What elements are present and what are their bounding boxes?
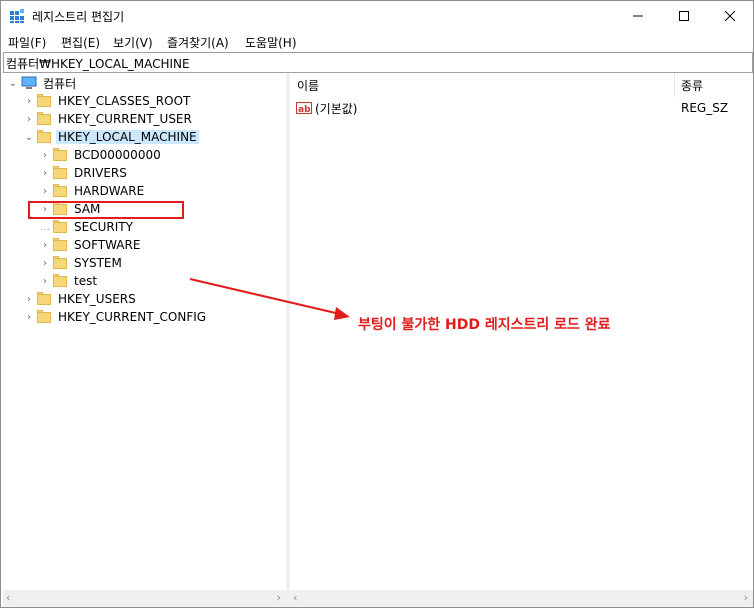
list-horizontal-scrollbar[interactable]: ‹ › [290, 590, 753, 607]
tree-item-system[interactable]: › SYSTEM [37, 254, 124, 272]
close-icon [725, 11, 735, 21]
tree-item-hkcr[interactable]: › HKEY_CLASSES_ROOT [21, 92, 192, 110]
column-separator[interactable] [674, 73, 675, 97]
title-bar[interactable]: 레지스트리 편집기 [1, 1, 753, 31]
chevron-down-icon[interactable]: ⌄ [5, 74, 21, 92]
tree-item-security[interactable]: … SECURITY [37, 218, 135, 236]
chevron-right-icon[interactable]: › [37, 182, 53, 200]
tree-item-drivers[interactable]: › DRIVERS [37, 164, 129, 182]
computer-icon [21, 76, 37, 89]
annotation-text: 부팅이 불가한 HDD 레지스트리 로드 완료 [358, 317, 611, 333]
scroll-left-icon[interactable]: ‹ [293, 591, 297, 604]
chevron-right-icon[interactable]: › [21, 308, 37, 326]
maximize-icon [679, 11, 689, 21]
tree-item-hardware[interactable]: › HARDWARE [37, 182, 146, 200]
tree-item-hkcu[interactable]: › HKEY_CURRENT_USER [21, 110, 194, 128]
chevron-right-icon[interactable]: › [21, 110, 37, 128]
regedit-window: 레지스트리 편집기 파일(F) 편집(E) 보기(V) 즐겨찾기(A) 도움말(… [0, 0, 754, 608]
chevron-right-icon[interactable]: › [37, 236, 53, 254]
column-header-name[interactable]: 이름 [297, 73, 319, 97]
tree-item-bcd[interactable]: › BCD00000000 [37, 146, 163, 164]
tree-label: HKEY_CURRENT_USER [58, 112, 192, 126]
chevron-right-icon[interactable]: › [21, 92, 37, 110]
value-row[interactable]: ab (기본값) REG_SZ [290, 99, 753, 117]
minimize-icon [633, 15, 643, 17]
tree-connector: … [40, 221, 50, 233]
value-name: (기본값) [315, 101, 358, 116]
folder-icon [37, 112, 51, 125]
folder-icon [37, 310, 51, 323]
tree-item-hklm[interactable]: ⌄ HKEY_LOCAL_MACHINE [21, 128, 199, 146]
menu-file[interactable]: 파일(F) [8, 34, 46, 51]
tree-label: HARDWARE [74, 184, 145, 198]
folder-icon [53, 274, 67, 287]
chevron-right-icon[interactable]: › [37, 272, 53, 290]
string-value-icon: ab [296, 102, 312, 115]
highlight-box-test [28, 201, 184, 219]
folder-icon [53, 148, 67, 161]
value-list: 이름 종류 ab (기본값) REG_SZ ‹ › [290, 73, 753, 607]
svg-text:ab: ab [298, 105, 311, 115]
minimize-button[interactable] [615, 1, 661, 31]
folder-icon [37, 292, 51, 305]
regedit-app-icon [10, 9, 24, 23]
column-header-type[interactable]: 종류 [681, 73, 703, 97]
tree-label: 컴퓨터 [43, 76, 77, 91]
tree-label: HKEY_CURRENT_CONFIG [58, 310, 207, 324]
value-type: REG_SZ [681, 101, 729, 115]
tree-item-software[interactable]: › SOFTWARE [37, 236, 142, 254]
folder-icon [53, 184, 67, 197]
menu-edit[interactable]: 편집(E) [61, 34, 100, 51]
chevron-right-icon[interactable]: › [37, 164, 53, 182]
close-button[interactable] [707, 1, 753, 31]
tree-item-computer[interactable]: ⌄ 컴퓨터 [5, 74, 78, 92]
scroll-right-icon[interactable]: › [744, 591, 748, 604]
tree-label: SOFTWARE [74, 238, 141, 252]
folder-icon [37, 94, 51, 107]
tree-label: test [74, 274, 98, 288]
folder-icon [53, 238, 67, 251]
tree-label: HKEY_LOCAL_MACHINE [56, 130, 199, 144]
tree-label: SECURITY [74, 220, 133, 234]
chevron-right-icon[interactable]: › [21, 290, 37, 308]
tree-horizontal-scrollbar[interactable]: ‹ › [3, 590, 286, 607]
chevron-down-icon[interactable]: ⌄ [21, 128, 37, 146]
tree-label: HKEY_CLASSES_ROOT [58, 94, 191, 108]
tree-item-test[interactable]: › test [37, 272, 99, 290]
key-tree: ⌄ 컴퓨터 › HKEY_CLASSES_ROOT › HKEY_CURRENT… [3, 73, 287, 607]
chevron-right-icon[interactable]: › [37, 146, 53, 164]
menu-help[interactable]: 도움말(H) [245, 34, 297, 51]
folder-icon [53, 220, 67, 233]
tree-label: DRIVERS [74, 166, 127, 180]
scroll-right-icon[interactable]: › [277, 591, 281, 604]
window-title: 레지스트리 편집기 [32, 10, 125, 24]
folder-icon [53, 166, 67, 179]
menu-bar: 파일(F) 편집(E) 보기(V) 즐겨찾기(A) 도움말(H) [1, 31, 753, 51]
address-path[interactable]: 컴퓨터₩HKEY_LOCAL_MACHINE [6, 55, 190, 72]
tree-item-hkcc[interactable]: › HKEY_CURRENT_CONFIG [21, 308, 208, 326]
folder-open-icon [37, 130, 51, 143]
menu-view[interactable]: 보기(V) [113, 34, 153, 51]
tree-label: BCD00000000 [74, 148, 161, 162]
tree-label: SYSTEM [74, 256, 122, 270]
scroll-left-icon[interactable]: ‹ [6, 591, 10, 604]
maximize-button[interactable] [661, 1, 707, 31]
chevron-right-icon[interactable]: › [37, 254, 53, 272]
menu-favorites[interactable]: 즐겨찾기(A) [167, 34, 229, 51]
tree-label: HKEY_USERS [58, 292, 136, 306]
tree-item-hku[interactable]: › HKEY_USERS [21, 290, 138, 308]
address-bar[interactable]: 컴퓨터₩HKEY_LOCAL_MACHINE [3, 52, 753, 73]
folder-icon [53, 256, 67, 269]
